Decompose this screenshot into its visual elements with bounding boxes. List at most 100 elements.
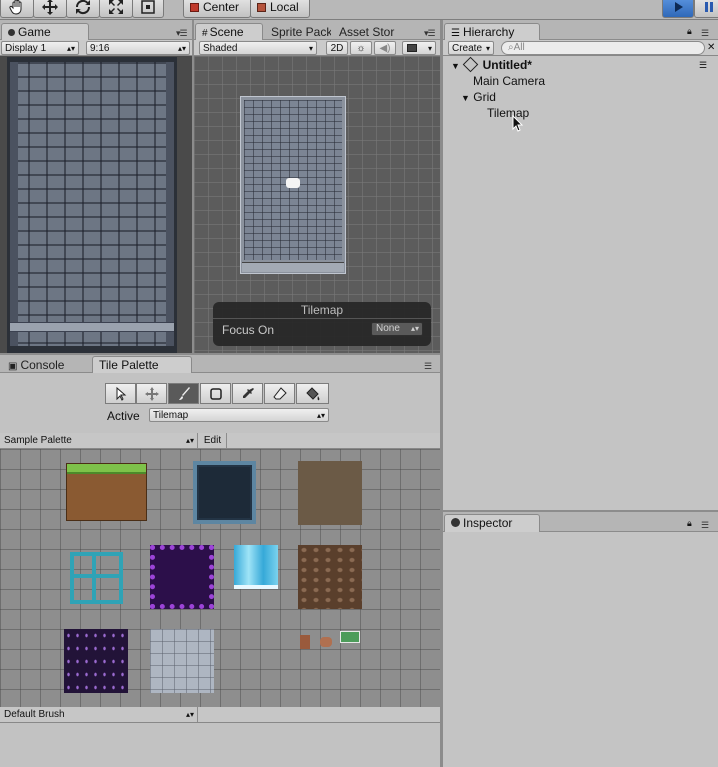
tab-asset-store[interactable]: Asset Stor <box>332 23 396 41</box>
bottom-panel-menu-icon[interactable]: ☰ <box>424 361 432 372</box>
sun-icon: ☼ <box>356 43 366 54</box>
brush-value: Default Brush <box>4 709 65 720</box>
grass-top <box>67 464 146 474</box>
tilemap-overlay-title: Tilemap <box>300 303 344 317</box>
scene-tilemap-bottom-wall <box>242 262 344 272</box>
edit-palette-button[interactable]: Edit <box>199 433 227 448</box>
tab-console[interactable]: ▣ Console <box>1 356 89 374</box>
paint-bucket-icon <box>305 386 319 400</box>
hierarchy-panel-menu-icon[interactable]: ☰ <box>701 28 709 39</box>
hierarchy-toolbar: Create ▾ ⌕All ✕ <box>443 40 718 56</box>
tab-scene[interactable]: # Scene <box>195 23 263 41</box>
game-panel-menu-icon[interactable]: ▾☰ <box>176 28 188 39</box>
rect-tool-button[interactable] <box>132 0 164 18</box>
sprite-pack-tab-label: Sprite Pack <box>271 25 332 39</box>
scene-camera-gizmo-icon[interactable] <box>286 178 300 188</box>
tab-hierarchy[interactable]: ☰ Hierarchy <box>444 23 540 41</box>
inspector-tabbar: Inspector 🔒︎ ☰ <box>443 512 718 532</box>
tile-rocky-dirt[interactable] <box>298 545 362 609</box>
lighting-toggle[interactable]: ☼ <box>350 41 372 55</box>
game-toolbar: Display 1 ▴▾ 9:16 ▴▾ <box>0 40 192 56</box>
tile-dark-water-frame[interactable] <box>193 461 256 524</box>
tile-dirt[interactable] <box>298 461 362 525</box>
game-tilemap-left-wall <box>10 62 18 346</box>
move-selection-tool-button[interactable] <box>136 383 167 404</box>
game-tilemap-bottom-wall <box>10 322 174 332</box>
pause-button[interactable] <box>694 0 718 18</box>
display-dropdown[interactable]: Display 1 ▴▾ <box>1 41 79 55</box>
mode-2d-label: 2D <box>330 43 344 54</box>
brush-dropdown[interactable]: Default Brush ▴▾ <box>0 707 198 722</box>
rotate-tool-button[interactable] <box>66 0 100 18</box>
tab-tile-palette[interactable]: Tile Palette <box>92 356 192 374</box>
lock-icon[interactable]: 🔒︎ <box>687 518 692 529</box>
mode-2d-toggle[interactable]: 2D <box>326 41 348 55</box>
scene-tabbar: # Scene Sprite Pack Asset Stor ▾☰ <box>194 20 440 41</box>
panel-divider <box>0 353 440 355</box>
scene-panel-menu-icon[interactable]: ▾☰ <box>424 28 436 39</box>
scale-tool-button[interactable] <box>99 0 133 18</box>
main-camera-label: Main Camera <box>473 74 546 88</box>
hierarchy-item-grid[interactable]: ▼ Grid <box>461 90 496 104</box>
tile-palette-tab-label: Tile Palette <box>99 358 159 372</box>
clear-search-icon[interactable]: ✕ <box>707 42 715 53</box>
tile-waterfall[interactable] <box>234 545 278 589</box>
aspect-dropdown[interactable]: 9:16 ▴▾ <box>86 41 190 55</box>
scene-toolbar: Shaded ▾ 2D ☼ ◀) ▾ <box>194 40 440 56</box>
tab-sprite-pack[interactable]: Sprite Pack <box>264 23 332 41</box>
pipe-cross-h <box>74 574 119 578</box>
palette-tools-area: Active Tilemap ▴▾ <box>0 373 440 433</box>
effects-dropdown[interactable]: ▾ <box>402 41 436 55</box>
picker-tool-button[interactable] <box>232 383 263 404</box>
pivot-center-button[interactable]: Center <box>183 0 251 18</box>
tab-inspector[interactable]: Inspector <box>444 514 540 532</box>
hierarchy-search-input[interactable]: ⌕All <box>501 41 705 55</box>
play-button[interactable] <box>662 0 694 18</box>
space-local-button[interactable]: Local <box>250 0 310 18</box>
game-view[interactable] <box>0 56 192 353</box>
audio-toggle[interactable]: ◀) <box>374 41 396 55</box>
console-tab-label: Console <box>20 358 65 372</box>
tab-game[interactable]: Game <box>1 23 89 41</box>
scene-row-menu-icon[interactable]: ☰ <box>699 60 707 71</box>
tile-cyan-pipes[interactable] <box>70 552 123 604</box>
flood-fill-tool-button[interactable] <box>296 383 329 404</box>
image-icon <box>407 44 417 52</box>
tile-purple-space[interactable] <box>64 629 128 693</box>
rotate-icon <box>75 0 91 15</box>
scene-root-row[interactable]: ▼ Untitled* <box>451 56 532 73</box>
expand-arrow-icon[interactable]: ▼ <box>451 61 460 71</box>
prop-sign <box>340 631 360 643</box>
scene-view[interactable]: Tilemap Focus On None ▴▾ <box>194 56 440 353</box>
tile-stone-floor[interactable] <box>150 629 214 693</box>
palette-dropdown[interactable]: Sample Palette ▴▾ <box>0 433 198 448</box>
tile-purple-frame[interactable] <box>150 545 214 609</box>
select-tool-button[interactable] <box>105 383 136 404</box>
hand-tool-button[interactable] <box>0 0 34 18</box>
create-dropdown[interactable]: Create ▾ <box>448 41 494 55</box>
shading-dropdown[interactable]: Shaded ▾ <box>199 41 317 55</box>
panel-divider <box>192 20 194 353</box>
hand-icon <box>9 0 22 15</box>
box-fill-icon <box>209 387 222 400</box>
active-tilemap-dropdown[interactable]: Tilemap ▴▾ <box>149 408 329 422</box>
box-fill-tool-button[interactable] <box>200 383 231 404</box>
hierarchy-item-main-camera[interactable]: Main Camera <box>473 74 545 88</box>
focus-on-dropdown[interactable]: None ▴▾ <box>371 322 423 336</box>
tile-misc-props[interactable] <box>298 629 362 653</box>
lock-icon[interactable]: 🔒︎ <box>687 26 692 37</box>
tile-grass-dirt[interactable] <box>66 463 147 521</box>
eraser-tool-button[interactable] <box>264 383 295 404</box>
overlay-divider <box>213 318 431 319</box>
expand-arrow-icon[interactable]: ▼ <box>461 93 470 103</box>
chevron-down-icon: ▾ <box>308 44 313 53</box>
inspector-tab-label: Inspector <box>463 516 513 530</box>
pipe-cross-v <box>92 556 96 600</box>
move-tool-button[interactable] <box>33 0 67 18</box>
inspector-panel-menu-icon[interactable]: ☰ <box>701 520 709 531</box>
hierarchy-tabbar: ☰ Hierarchy 🔒︎ ☰ <box>443 20 718 41</box>
play-icon <box>675 2 683 12</box>
active-tilemap-label: Active <box>107 409 140 423</box>
paint-brush-tool-button[interactable] <box>168 383 199 404</box>
palette-grid[interactable] <box>0 449 440 707</box>
